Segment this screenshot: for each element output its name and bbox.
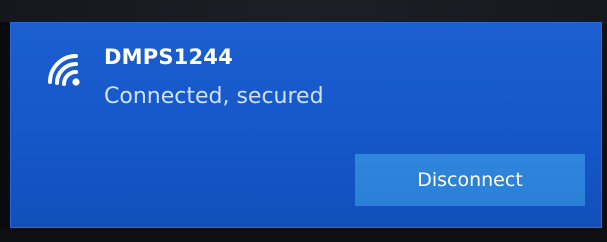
top-taskbar-strip: [0, 0, 607, 24]
bottom-bezel: [0, 228, 607, 242]
connection-status: Connected, secured: [104, 84, 324, 109]
wifi-icon: [48, 54, 80, 86]
wifi-network-panel[interactable]: DMPS1244 Connected, secured Disconnect: [10, 22, 602, 228]
disconnect-button[interactable]: Disconnect: [355, 154, 585, 206]
screen-frame: DMPS1244 Connected, secured Disconnect: [0, 0, 607, 242]
network-name: DMPS1244: [104, 45, 233, 69]
left-bezel: [0, 22, 10, 228]
